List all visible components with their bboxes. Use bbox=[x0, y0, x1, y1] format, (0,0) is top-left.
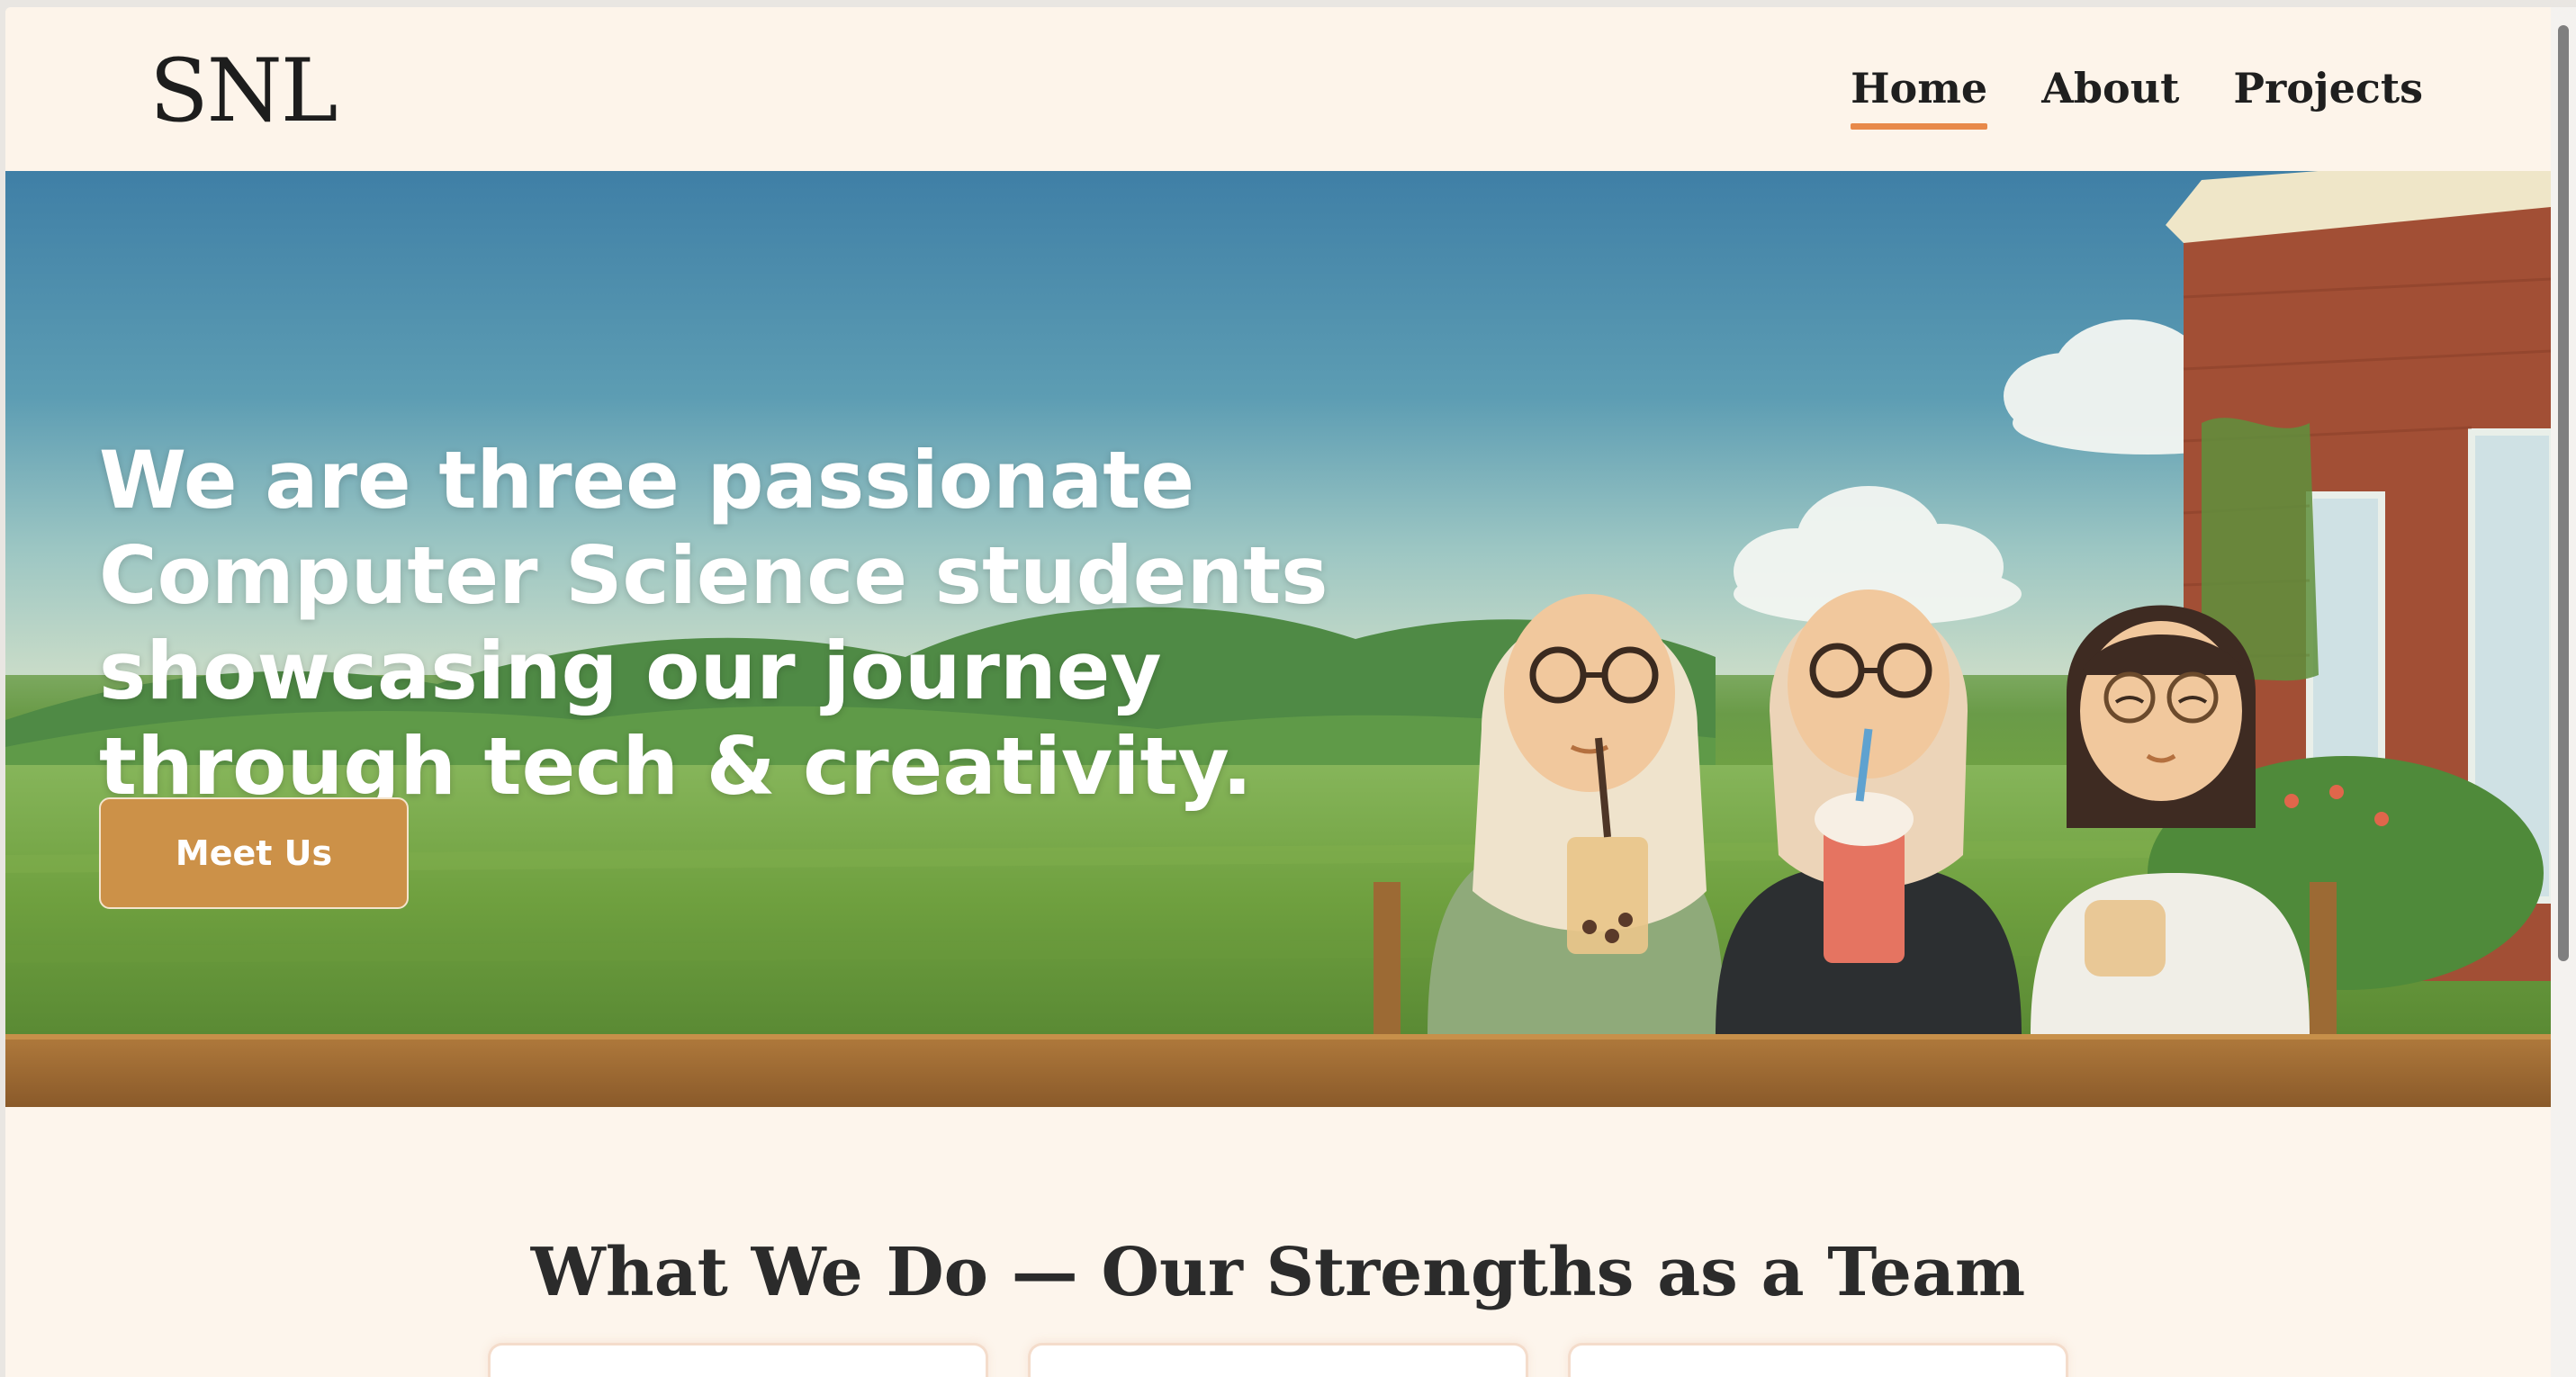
vertical-scrollbar[interactable] bbox=[2551, 7, 2576, 1377]
hero-headline: We are three passionate Computer Science… bbox=[99, 433, 1329, 813]
meet-us-button[interactable]: Meet Us bbox=[99, 797, 409, 909]
browser-frame: SNL Home About Projects We are three pas… bbox=[0, 0, 2576, 1377]
site-logo[interactable]: SNL bbox=[149, 41, 338, 140]
strength-card bbox=[1568, 1343, 2068, 1377]
scrollbar-thumb[interactable] bbox=[2558, 25, 2569, 961]
section-title: What We Do — Our Strengths as a Team bbox=[530, 1234, 2026, 1312]
navbar: SNL Home About Projects bbox=[5, 7, 2551, 171]
nav-link-home[interactable]: Home bbox=[1851, 61, 1988, 130]
strength-cards bbox=[488, 1343, 2068, 1377]
hero-section: We are three passionate Computer Science… bbox=[5, 171, 2551, 1107]
nav-link-projects[interactable]: Projects bbox=[2233, 61, 2423, 115]
strength-card bbox=[1028, 1343, 1528, 1377]
nav-link-about[interactable]: About bbox=[2041, 61, 2179, 115]
nav-menu: Home About Projects bbox=[1851, 61, 2423, 130]
strength-card bbox=[488, 1343, 988, 1377]
page-viewport: SNL Home About Projects We are three pas… bbox=[5, 7, 2551, 1377]
